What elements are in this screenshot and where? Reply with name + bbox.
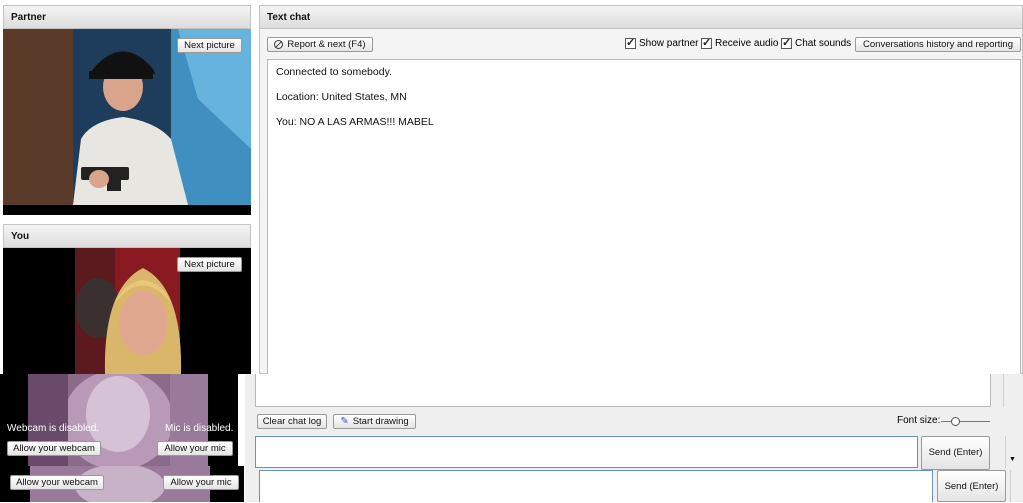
slider-track [941, 421, 990, 422]
receive-audio-label: Receive audio [715, 38, 779, 49]
right-scrollbar-lower[interactable] [1010, 470, 1023, 502]
message-input-2[interactable] [259, 470, 933, 502]
font-size-label: Font size: [897, 415, 941, 426]
checkbox-checked-icon [701, 36, 712, 49]
chat-log[interactable]: Connected to somebody. Location: United … [267, 59, 1021, 374]
allow-mic-button-2[interactable]: Allow your mic [163, 475, 239, 490]
partner-video-frame [3, 29, 251, 215]
show-partner-label: Show partner [639, 38, 699, 49]
block-icon [274, 40, 284, 49]
right-scrollbar-upper[interactable] [1003, 374, 1017, 407]
pencil-icon: ✎ [340, 416, 349, 427]
partner-next-picture-button[interactable]: Next picture [177, 38, 242, 53]
chat-message: Connected to somebody. [276, 66, 392, 78]
you-next-picture-button[interactable]: Next picture [177, 257, 242, 272]
chat-message: Location: United States, MN [276, 91, 407, 103]
report-next-button[interactable]: Report & next (F4) [267, 37, 373, 52]
scroll-down-icon: ▼ [1009, 456, 1016, 463]
chat-log-lower [255, 374, 991, 407]
text-chat-title: Text chat [259, 5, 1023, 29]
checkbox-checked-icon [625, 36, 636, 49]
chat-message: You: NO A LAS ARMAS!!! MABEL [276, 116, 434, 128]
webcam-status-text: Webcam is disabled. [7, 423, 100, 434]
chat-sounds-checkbox[interactable]: Chat sounds [781, 36, 852, 49]
partner-video [3, 29, 251, 215]
send-button[interactable]: Send (Enter) [921, 436, 990, 470]
message-input[interactable] [255, 436, 918, 468]
send-button-2[interactable]: Send (Enter) [937, 470, 1006, 502]
start-drawing-button[interactable]: ✎ Start drawing [333, 414, 416, 429]
slider-thumb[interactable] [951, 417, 960, 426]
chat-sounds-label: Chat sounds [795, 38, 852, 49]
checkbox-checked-icon [781, 36, 792, 49]
report-next-label: Report & next (F4) [287, 39, 366, 50]
allow-webcam-button-2[interactable]: Allow your webcam [10, 475, 104, 490]
mic-status-text: Mic is disabled. [165, 423, 234, 434]
history-reporting-button[interactable]: Conversations history and reporting [855, 37, 1021, 52]
partner-panel-title: Partner [3, 5, 251, 29]
show-partner-checkbox[interactable]: Show partner [625, 36, 699, 49]
start-drawing-label: Start drawing [352, 416, 409, 427]
allow-webcam-button[interactable]: Allow your webcam [7, 441, 101, 456]
receive-audio-checkbox[interactable]: Receive audio [701, 36, 779, 49]
clear-chat-log-button[interactable]: Clear chat log [257, 414, 327, 429]
font-size-slider[interactable] [941, 417, 990, 426]
you-panel-title: You [3, 224, 251, 248]
input-scrollbar[interactable]: ▼ [1005, 436, 1018, 468]
allow-mic-button[interactable]: Allow your mic [157, 441, 233, 456]
